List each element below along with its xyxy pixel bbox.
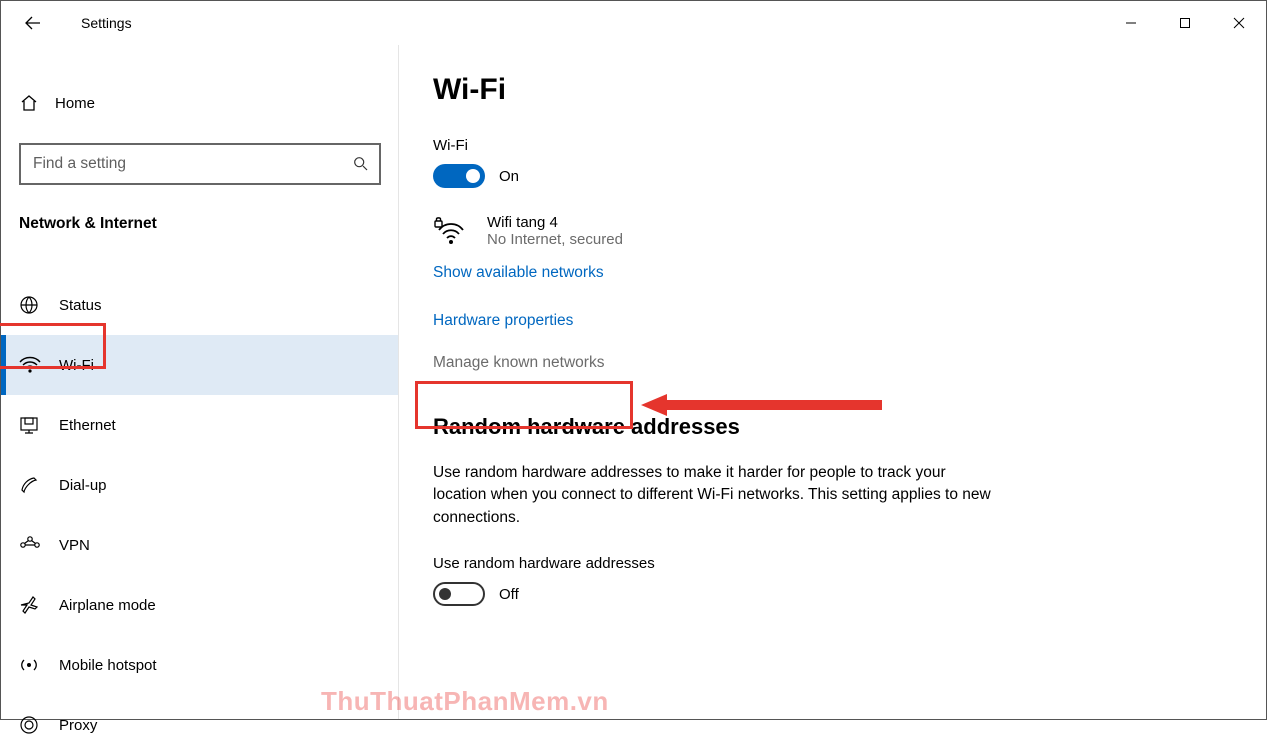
- link-manage-known-networks[interactable]: Manage known networks: [433, 354, 1206, 372]
- wifi-toggle-row: On: [433, 164, 1206, 188]
- sidebar-item-label: Proxy: [59, 717, 97, 734]
- minimize-button[interactable]: [1104, 1, 1158, 45]
- main-content: Wi-Fi Wi-Fi On Wifi tang 4 No Internet, …: [399, 45, 1266, 719]
- sidebar-nav-list: Status Wi-Fi Ethernet Dial-up: [19, 275, 398, 755]
- vpn-icon: [19, 535, 59, 555]
- wifi-toggle-state: On: [499, 168, 519, 185]
- sidebar-item-ethernet[interactable]: Ethernet: [1, 395, 398, 455]
- hotspot-icon: [19, 655, 59, 675]
- close-button[interactable]: [1212, 1, 1266, 45]
- sidebar-home[interactable]: Home: [19, 81, 398, 125]
- sidebar-item-label: VPN: [59, 537, 90, 554]
- watermark: ThuThuatPhanMem.vn: [321, 686, 609, 717]
- sidebar-item-status[interactable]: Status: [1, 275, 398, 335]
- sidebar-home-label: Home: [55, 95, 95, 112]
- search-icon: [353, 156, 369, 172]
- sidebar-item-label: Wi-Fi: [59, 357, 94, 374]
- proxy-icon: [19, 715, 59, 735]
- wifi-secured-icon: [433, 216, 487, 246]
- sidebar-item-label: Ethernet: [59, 417, 116, 434]
- sidebar-item-label: Mobile hotspot: [59, 657, 157, 674]
- sidebar-section-header: Network & Internet: [19, 215, 398, 233]
- dialup-icon: [19, 475, 59, 495]
- page-title: Wi-Fi: [433, 73, 1206, 107]
- window-title: Settings: [81, 15, 132, 31]
- random-toggle-row: Off: [433, 582, 1206, 606]
- sidebar-item-airplane[interactable]: Airplane mode: [1, 575, 398, 635]
- minimize-icon: [1125, 17, 1137, 29]
- sidebar-item-dialup[interactable]: Dial-up: [1, 455, 398, 515]
- sidebar: Home Find a setting Network & Internet S…: [1, 45, 399, 719]
- sidebar-item-label: Airplane mode: [59, 597, 156, 614]
- search-input[interactable]: Find a setting: [19, 143, 381, 185]
- airplane-icon: [19, 595, 59, 615]
- random-addresses-heading: Random hardware addresses: [433, 414, 1206, 440]
- status-icon: [19, 295, 59, 315]
- network-status: No Internet, secured: [487, 231, 623, 248]
- link-hardware-properties[interactable]: Hardware properties: [433, 312, 1206, 330]
- link-show-networks[interactable]: Show available networks: [433, 264, 1206, 282]
- network-name: Wifi tang 4: [487, 214, 623, 231]
- maximize-icon: [1179, 17, 1191, 29]
- wifi-icon: [19, 355, 59, 375]
- random-toggle-state: Off: [499, 586, 519, 603]
- sidebar-item-label: Status: [59, 297, 102, 314]
- maximize-button[interactable]: [1158, 1, 1212, 45]
- random-addresses-description: Use random hardware addresses to make it…: [433, 462, 1003, 529]
- sidebar-item-wifi[interactable]: Wi-Fi: [1, 335, 398, 395]
- sidebar-item-vpn[interactable]: VPN: [1, 515, 398, 575]
- back-button[interactable]: [17, 14, 49, 32]
- wifi-label: Wi-Fi: [433, 137, 1206, 154]
- current-network[interactable]: Wifi tang 4 No Internet, secured: [433, 214, 1206, 248]
- sidebar-item-label: Dial-up: [59, 477, 107, 494]
- close-icon: [1233, 17, 1245, 29]
- wifi-toggle[interactable]: [433, 164, 485, 188]
- ethernet-icon: [19, 415, 59, 435]
- titlebar: Settings: [1, 1, 1266, 45]
- random-toggle[interactable]: [433, 582, 485, 606]
- window-controls: [1104, 1, 1266, 45]
- home-icon: [19, 93, 55, 113]
- search-placeholder: Find a setting: [33, 155, 353, 173]
- back-arrow-icon: [24, 14, 42, 32]
- random-toggle-label: Use random hardware addresses: [433, 555, 1206, 572]
